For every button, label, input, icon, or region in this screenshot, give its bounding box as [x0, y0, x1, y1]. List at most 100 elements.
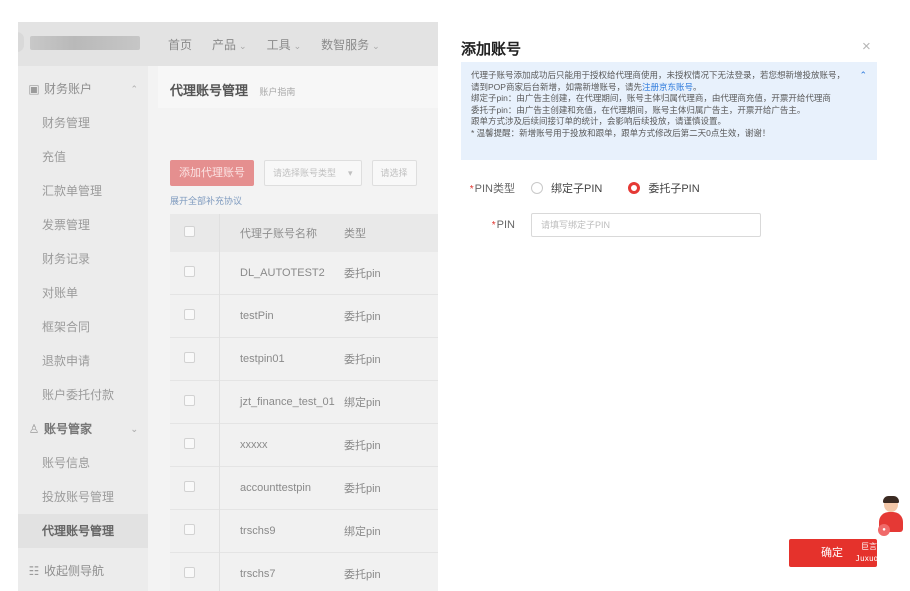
notice-text: 。	[692, 81, 702, 92]
sidebar-item-refund[interactable]: 退款申请	[18, 344, 148, 378]
table-row[interactable]: DL_AUTOTEST2 委托pin	[170, 252, 438, 295]
sidebar-group-account[interactable]: ♙ 账号管家 ⌄	[18, 412, 148, 446]
row-checkbox[interactable]	[184, 352, 195, 363]
account-type: 绑定pin	[344, 397, 381, 409]
chevron-down-icon: ⌄	[239, 40, 247, 51]
main-content: 代理账号管理 账户指南 添加代理账号 请选择账号类型 ▾ 请选择 展开全部补充协…	[158, 66, 438, 591]
nav-item-tools[interactable]: 工具 ⌄	[267, 36, 302, 53]
sidebar-item-entrusted-payment[interactable]: 账户委托付款	[18, 378, 148, 412]
watermark-cn: 巨言	[861, 542, 877, 551]
nav-label: 工具	[266, 37, 291, 52]
page-title: 代理账号管理	[170, 83, 249, 98]
label-text: PIN类型	[474, 183, 515, 195]
guide-link[interactable]: 账户指南	[259, 87, 295, 97]
table-row[interactable]: accounttestpin 委托pin	[170, 467, 438, 510]
badge-icon: ●	[878, 524, 890, 536]
sidebar-collapse-toggle[interactable]: ☷ 收起侧导航	[18, 554, 148, 588]
row-checkbox[interactable]	[184, 309, 195, 320]
table-row[interactable]: xxxxx 委托pin	[170, 424, 438, 467]
nav-item-home[interactable]: 首页	[168, 36, 192, 53]
label-text: PIN	[496, 219, 515, 231]
account-name: testPin	[240, 310, 274, 322]
account-type: 委托pin	[344, 354, 381, 366]
sidebar-collapse-label: 收起侧导航	[44, 564, 105, 578]
sidebar-item-ad-accounts[interactable]: 投放账号管理	[18, 480, 148, 514]
radio-label: 绑定子PIN	[551, 183, 603, 195]
required-mark: *	[469, 184, 474, 195]
radio-entrusted-pin[interactable]: 委托子PIN	[628, 180, 700, 196]
chevron-up-icon: ⌃	[130, 84, 138, 94]
user-icon: ♙	[28, 422, 40, 436]
nav-label: 首页	[168, 37, 193, 52]
register-jd-account-link[interactable]: 注册京东账号	[642, 82, 693, 92]
assistant-avatar-icon[interactable]: ●	[876, 494, 906, 536]
account-type: 绑定pin	[344, 526, 381, 538]
notice-text: 请到POP商家后台新增，如需新增账号，请先	[471, 81, 642, 92]
chevron-down-icon: ⌄	[293, 40, 302, 51]
logo-mark	[18, 32, 24, 52]
sidebar: ▣ 财务账户 ⌃ 财务管理 充值 汇款单管理 发票管理 财务记录 对账单 框架合同 …	[18, 66, 148, 591]
expand-agreements-link[interactable]: 展开全部补充协议	[170, 194, 242, 207]
second-filter-select[interactable]: 请选择	[371, 160, 417, 186]
row-checkbox[interactable]	[184, 524, 195, 535]
table-row[interactable]: jzt_finance_test_01 绑定pin	[170, 381, 438, 424]
sidebar-item-account-info[interactable]: 账号信息	[18, 446, 148, 480]
account-name: DL_AUTOTEST2	[240, 267, 325, 279]
pin-type-label: *PIN类型	[461, 180, 531, 196]
notice-line: 绑定子pin：由广告主创建，在代理期间，账号主体归属代理商，由代理商充值，开票开…	[471, 93, 831, 104]
notice-line: * 温馨提醒：新增账号用于投放和跟单，跟单方式修改后第二天0点生效，谢谢！	[471, 127, 771, 138]
row-checkbox[interactable]	[184, 395, 195, 406]
sidebar-item-finance-records[interactable]: 财务记录	[18, 242, 148, 276]
add-account-drawer: 添加账号 × 代理子账号添加成功后只能用于授权给代理商使用，未授权情况下无法登录…	[438, 22, 892, 591]
column-header-name: 代理子账号名称	[240, 228, 317, 240]
nav-item-products[interactable]: 产品 ⌄	[212, 36, 247, 53]
chevron-up-icon[interactable]: ⌃	[859, 70, 867, 82]
chevron-down-icon: ⌄	[372, 40, 380, 51]
row-checkbox[interactable]	[184, 567, 195, 578]
account-type: 委托pin	[344, 311, 381, 323]
radio-circle	[531, 182, 543, 194]
radio-circle-selected	[628, 182, 641, 194]
sidebar-item-invoice[interactable]: 发票管理	[18, 208, 148, 242]
agent-account-table: 代理子账号名称 类型 DL_AUTOTEST2 委托pin testPin 委托…	[170, 214, 438, 591]
table-header: 代理子账号名称 类型	[170, 214, 438, 252]
table-row[interactable]: trschs7 委托pin	[170, 553, 438, 591]
pin-row: *PIN	[461, 213, 761, 237]
pin-input[interactable]	[531, 213, 761, 237]
background-app: 首页 产品 ⌄ 工具 ⌄ 数智服务 ⌄ ▣ 财务账户 ⌃ 财务管理 充值 汇款单管理 发票…	[18, 22, 438, 591]
column-divider	[219, 214, 220, 591]
sidebar-item-remittance[interactable]: 汇款单管理	[18, 174, 148, 208]
table-row[interactable]: testpin01 委托pin	[170, 338, 438, 381]
table-row[interactable]: testPin 委托pin	[170, 295, 438, 338]
notice-line: 委托子pin：由广告主创建和充值，在代理期间，账号主体归属广告主，开票开给广告主…	[471, 104, 806, 115]
sidebar-group-finance[interactable]: ▣ 财务账户 ⌃	[18, 72, 148, 106]
watermark: 巨言 Juxuon	[849, 541, 889, 567]
chevron-down-icon: ▾	[348, 168, 353, 178]
sidebar-item-contract[interactable]: 框架合同	[18, 310, 148, 344]
radio-bound-pin[interactable]: 绑定子PIN	[531, 180, 602, 196]
account-name: xxxxx	[240, 439, 268, 451]
notice-line: 请到POP商家后台新增，如需新增账号，请先注册京东账号。	[471, 82, 867, 94]
add-agent-account-button[interactable]: 添加代理账号	[170, 160, 254, 186]
select-placeholder: 请选择	[380, 168, 408, 178]
row-checkbox[interactable]	[184, 481, 195, 492]
nav-label: 数智服务	[321, 37, 370, 52]
sidebar-item-statement[interactable]: 对账单	[18, 276, 148, 310]
row-checkbox[interactable]	[184, 438, 195, 449]
notice-line: 跟单方式涉及后续间接订单的统计，会影响后续投放，请谨慎设置。	[471, 116, 727, 127]
account-type-select[interactable]: 请选择账号类型 ▾	[264, 160, 362, 186]
nav-item-data-service[interactable]: 数智服务 ⌄	[321, 36, 380, 53]
row-checkbox[interactable]	[184, 266, 195, 277]
account-name: trschs9	[240, 525, 276, 537]
sidebar-item-agent-accounts[interactable]: 代理账号管理	[18, 514, 148, 548]
avatar-hair	[883, 496, 899, 503]
chevron-down-icon: ⌄	[130, 424, 138, 434]
sidebar-item-recharge[interactable]: 充值	[18, 140, 148, 174]
table-row[interactable]: trschs9 绑定pin	[170, 510, 438, 553]
radio-label: 委托子PIN	[648, 183, 700, 195]
notice-line: 代理子账号添加成功后只能用于授权给代理商使用，未授权情况下无法登录，若您想新增投…	[471, 70, 846, 80]
close-icon[interactable]: ×	[862, 38, 871, 55]
select-all-checkbox[interactable]	[184, 226, 195, 237]
sidebar-item-finance-manage[interactable]: 财务管理	[18, 106, 148, 140]
watermark-en: Juxuon	[855, 554, 883, 563]
